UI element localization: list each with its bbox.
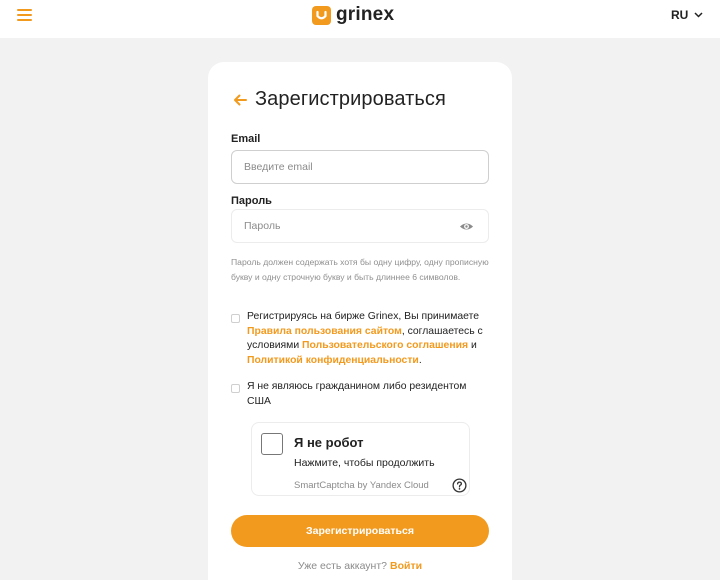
password-label: Пароль bbox=[231, 195, 272, 207]
captcha-brand: SmartCaptcha by Yandex Cloud bbox=[294, 480, 429, 491]
eye-icon[interactable] bbox=[459, 219, 474, 234]
site-rules-link[interactable]: Правила пользования сайтом bbox=[247, 326, 402, 337]
privacy-policy-link[interactable]: Политикой конфиденциальности bbox=[247, 355, 419, 366]
login-row: Уже есть аккаунт? Войти bbox=[208, 560, 512, 572]
terms-text-4: . bbox=[418, 354, 422, 366]
language-label: RU bbox=[671, 8, 689, 22]
page-title: Зарегистрироваться bbox=[255, 88, 446, 110]
logo-icon bbox=[312, 5, 331, 25]
logo-text: grinex bbox=[336, 4, 395, 25]
language-selector[interactable]: RU bbox=[671, 8, 703, 22]
terms-text: Регистрируясь на бирже Grinex, Вы приним… bbox=[247, 310, 492, 368]
terms-text-3: и bbox=[468, 340, 477, 351]
captcha-subtitle: Нажмите, чтобы продолжить bbox=[294, 457, 435, 469]
captcha-checkbox[interactable] bbox=[261, 433, 283, 455]
register-card: Зарегистрироваться Email Пароль Пароль д… bbox=[208, 62, 512, 580]
terms-row: Регистрируясь на бирже Grinex, Вы приним… bbox=[231, 310, 492, 368]
top-header: grinex RU bbox=[0, 0, 720, 38]
us-check-text: Я не являюсь гражданином либо резидентом… bbox=[247, 381, 467, 407]
help-icon[interactable] bbox=[452, 478, 467, 493]
logo[interactable]: grinex bbox=[312, 4, 394, 26]
login-link[interactable]: Войти bbox=[390, 560, 422, 572]
us-row: Я не являюсь гражданином либо резидентом… bbox=[231, 380, 492, 409]
password-field[interactable] bbox=[231, 209, 489, 243]
arrow-left-icon[interactable] bbox=[232, 92, 248, 108]
terms-checkbox[interactable] bbox=[231, 314, 240, 323]
register-button[interactable]: Зарегистрироваться bbox=[231, 515, 489, 547]
title-row: Зарегистрироваться bbox=[232, 88, 446, 111]
login-prompt: Уже есть аккаунт? bbox=[297, 560, 387, 572]
terms-text-1: Регистрируясь на бирже Grinex, Вы приним… bbox=[247, 311, 479, 322]
menu-icon[interactable] bbox=[17, 9, 32, 21]
captcha-widget: Я не робот Нажмите, чтобы продолжить Sma… bbox=[251, 422, 470, 496]
captcha-title: Я не робот bbox=[294, 435, 364, 450]
us-checkbox[interactable] bbox=[231, 384, 240, 393]
email-label: Email bbox=[231, 133, 261, 145]
email-field[interactable] bbox=[231, 150, 489, 184]
password-hint: Пароль должен содержать хотя бы одну циф… bbox=[231, 257, 489, 282]
user-agreement-link[interactable]: Пользовательского соглашения bbox=[302, 340, 468, 351]
chevron-down-icon bbox=[694, 12, 703, 18]
